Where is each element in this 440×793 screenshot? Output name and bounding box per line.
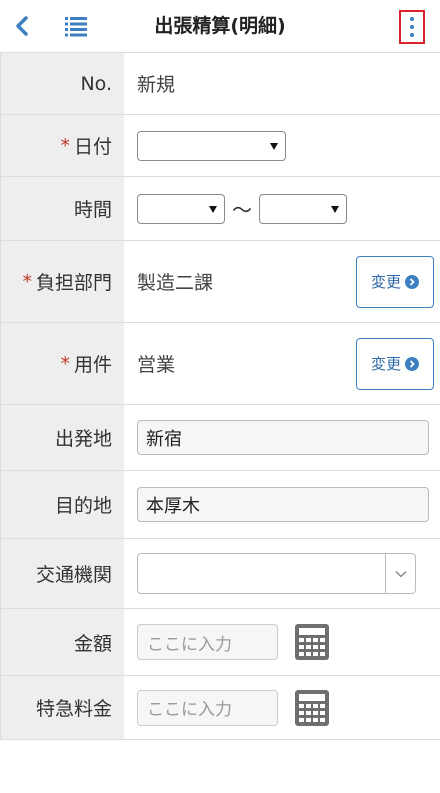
caret-down-icon (209, 205, 217, 213)
back-button[interactable] (10, 11, 34, 41)
row-no: No. 新規 (1, 53, 440, 115)
destination-label: 目的地 (1, 471, 124, 538)
destination-input[interactable]: 本厚木 (137, 487, 429, 522)
start-time-select[interactable] (137, 193, 225, 224)
no-label: No. (1, 53, 124, 114)
row-transport: 交通機関 (1, 539, 440, 609)
no-value: 新規 (137, 74, 176, 96)
list-icon[interactable] (63, 13, 89, 39)
more-vertical-icon (410, 17, 414, 21)
calculator-icon[interactable] (294, 623, 330, 661)
row-department: * 負担部門 製造二課 変更 (1, 241, 440, 323)
transport-combobox[interactable] (137, 553, 416, 594)
time-label: 時間 (1, 177, 124, 240)
amount-label: 金額 (1, 609, 124, 675)
row-amount: 金額 ここに入力 (1, 609, 440, 676)
calculator-icon[interactable] (294, 689, 330, 727)
chevron-right-circle-icon (405, 356, 419, 371)
required-mark: * (22, 270, 32, 293)
detail-form: No. 新規 * 日付 時間 〜 * 負担部門 製造二課 変更 * 用件 営業 … (0, 53, 440, 740)
chevron-right-circle-icon (405, 274, 419, 289)
chevron-down-icon (394, 570, 407, 578)
purpose-value: 営業 (137, 354, 176, 376)
department-value: 製造二課 (137, 272, 214, 294)
express-fee-input[interactable]: ここに入力 (137, 689, 278, 726)
origin-label: 出発地 (1, 405, 124, 470)
row-express-fee: 特急料金 ここに入力 (1, 676, 440, 740)
row-purpose: * 用件 営業 変更 (1, 323, 440, 405)
caret-down-icon (270, 142, 278, 150)
purpose-label: * 用件 (1, 323, 124, 404)
express-fee-label: 特急料金 (1, 676, 124, 739)
required-mark: * (60, 352, 70, 375)
row-origin: 出発地 新宿 (1, 405, 440, 471)
transport-label: 交通機関 (1, 539, 124, 608)
date-select[interactable] (137, 130, 286, 161)
amount-input[interactable]: ここに入力 (137, 624, 278, 660)
date-label: * 日付 (1, 115, 124, 176)
transport-dropdown-button[interactable] (385, 554, 415, 593)
change-department-button[interactable]: 変更 (356, 255, 434, 308)
chevron-left-icon (16, 16, 28, 36)
caret-down-icon (331, 205, 339, 213)
department-label: * 負担部門 (1, 241, 124, 322)
required-mark: * (60, 134, 70, 157)
row-destination: 目的地 本厚木 (1, 471, 440, 539)
row-date: * 日付 (1, 115, 440, 177)
change-purpose-button[interactable]: 変更 (356, 337, 434, 390)
page-title: 出張精算(明細) (154, 15, 286, 37)
time-separator: 〜 (232, 198, 252, 222)
row-time: 時間 〜 (1, 177, 440, 241)
app-header: 出張精算(明細) (0, 0, 440, 53)
origin-input[interactable]: 新宿 (137, 420, 429, 455)
more-menu-button[interactable] (399, 10, 425, 44)
end-time-select[interactable] (259, 193, 347, 224)
